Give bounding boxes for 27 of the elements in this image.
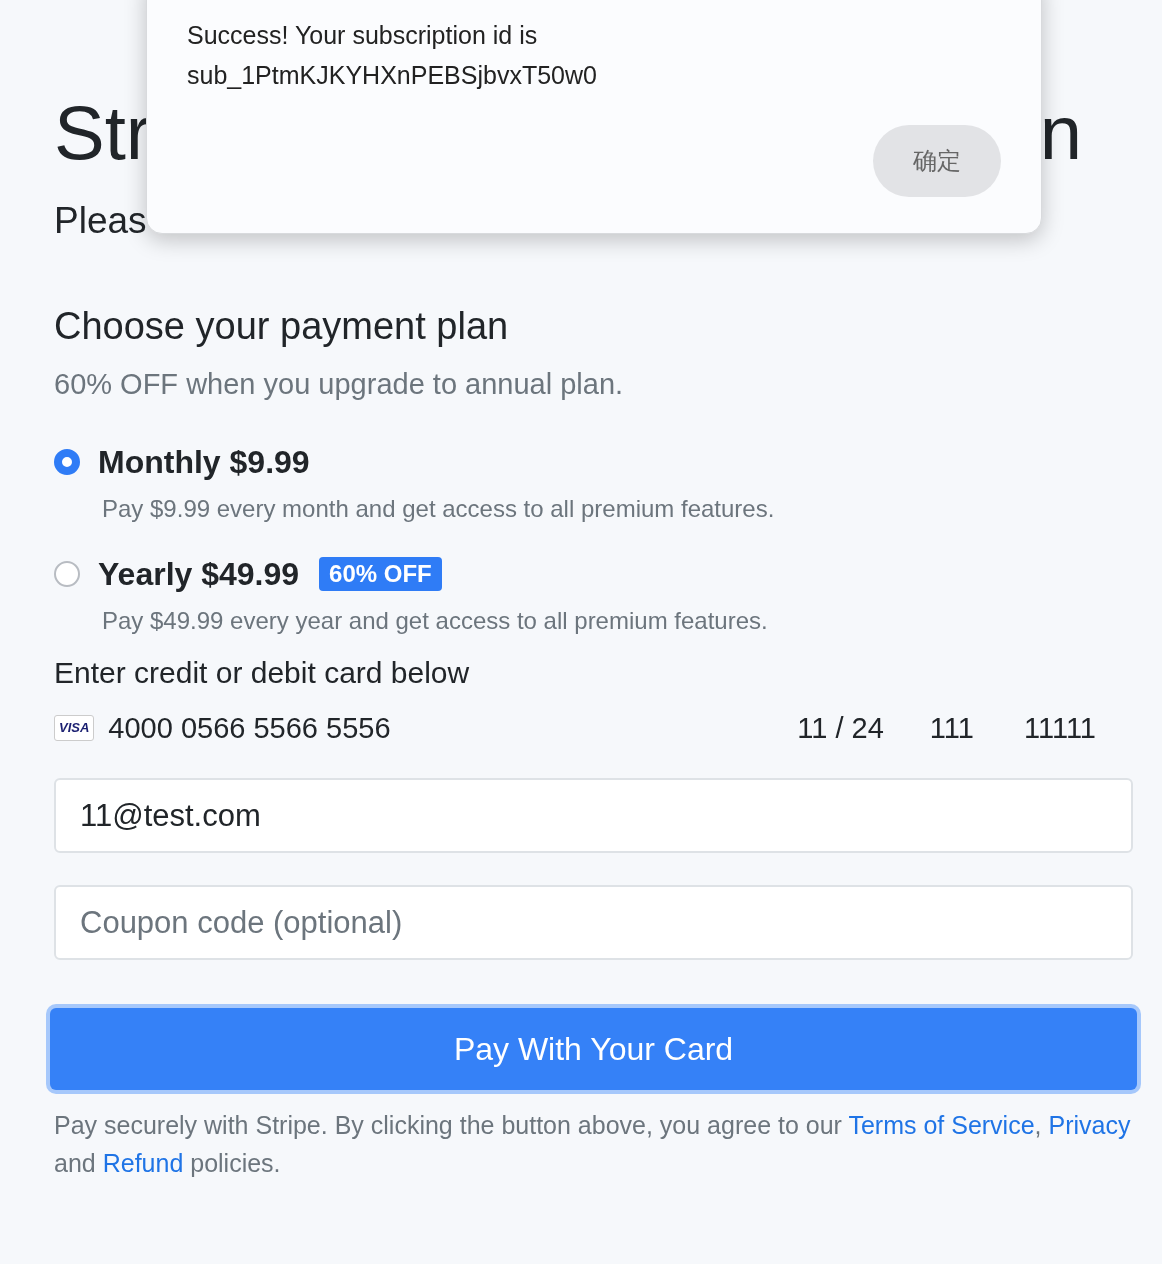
page-title: n — [1039, 89, 1082, 177]
card-brand-logo: VISA — [54, 715, 95, 741]
discount-note: 60% OFF when you upgrade to annual plan. — [54, 367, 625, 402]
terms-link[interactable]: Terms of Service — [848, 1111, 1035, 1139]
plan-label[interactable]: Yearly $49.99 — [98, 554, 300, 594]
privacy-link[interactable]: Privacy — [1048, 1111, 1131, 1139]
coupon-field[interactable]: Coupon code (optional) — [54, 885, 1133, 960]
radio-button[interactable] — [54, 561, 80, 587]
discount-badge: 60% OFF — [319, 557, 442, 591]
section-heading: Choose your payment plan — [54, 304, 510, 349]
plan-description: Pay $49.99 every year and get access to all premium features. — [102, 606, 769, 636]
postal-code[interactable]: 11111 — [1023, 710, 1096, 746]
page-subtitle: Pleas — [54, 199, 148, 243]
plan-description: Pay $9.99 every month and get access to all premium features. — [102, 494, 776, 524]
email-field[interactable]: 11@test.com — [54, 778, 1133, 853]
refund-link[interactable]: Refund — [102, 1149, 184, 1177]
dialog-message: Success! Your subscription id is — [187, 20, 539, 51]
subscription-id: sub_1PtmKJKYHXnPEBSjbvxT50w0 — [187, 60, 598, 91]
footer-text: Pay securely with Stripe. By clicking the button above, you agree to our Terms of Service, Privacy and Refund policies. — [54, 1110, 1132, 1179]
card-heading: Enter credit or debit card below — [54, 655, 471, 691]
radio-button[interactable] — [54, 449, 80, 475]
card-cvc[interactable]: 111 — [929, 710, 974, 746]
confirm-button[interactable]: 确定 — [873, 125, 1001, 197]
page-title: Str — [54, 89, 152, 177]
card-number[interactable]: 4000 0566 5566 5556 — [108, 710, 798, 746]
card-expiry[interactable]: 11 / 24 — [797, 710, 884, 746]
plan-label[interactable]: Monthly $9.99 — [98, 442, 310, 482]
